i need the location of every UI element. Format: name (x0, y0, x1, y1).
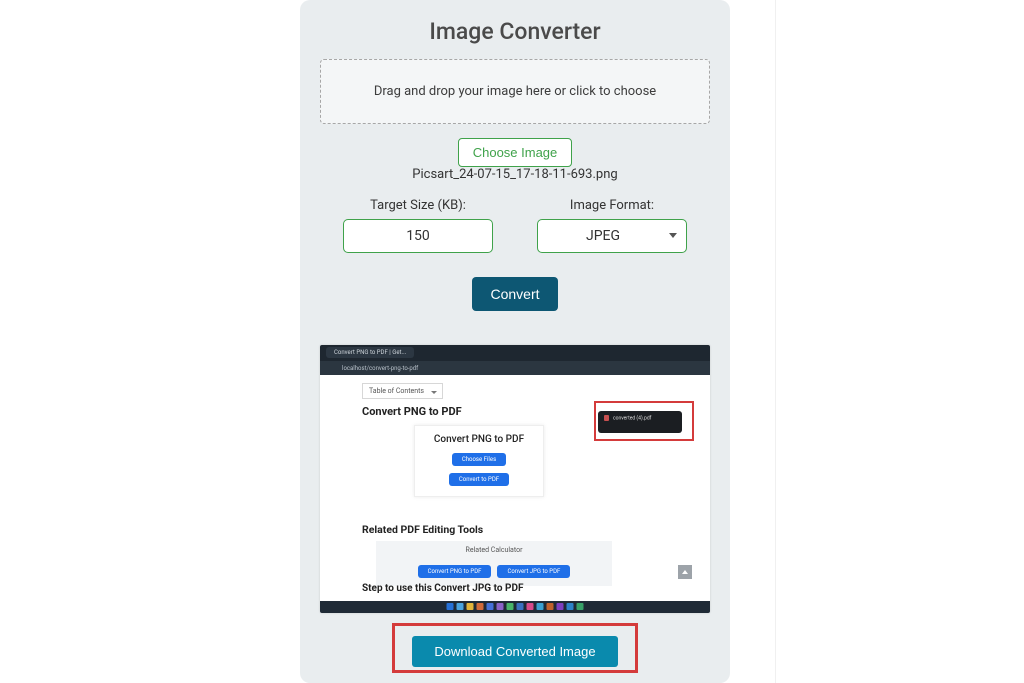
taskbar-icon (577, 603, 584, 610)
selected-filename: Picsart_24-07-15_17-18-11-693.png (312, 167, 718, 182)
preview-related-box: Related Calculator Convert PNG to PDF Co… (376, 541, 612, 586)
target-size-label: Target Size (KB): (370, 198, 466, 213)
preview-inner-card: Convert PNG to PDF Choose Files Convert … (414, 425, 544, 497)
taskbar-icon (537, 603, 544, 610)
taskbar-icon (487, 603, 494, 610)
preview-browser-tab: Convert PNG to PDF | Get... (326, 347, 414, 358)
dropzone[interactable]: Drag and drop your image here or click t… (320, 59, 710, 124)
preview-urlbar: localhost/convert-png-to-pdf (320, 361, 710, 375)
dropzone-text: Drag and drop your image here or click t… (374, 84, 656, 99)
preview-heading-2: Related PDF Editing Tools (362, 523, 483, 536)
download-converted-button[interactable]: Download Converted Image (412, 636, 618, 667)
taskbar-icon (517, 603, 524, 610)
preview-heading-1: Convert PNG to PDF (362, 405, 462, 418)
preview-taskbar (320, 601, 710, 613)
result-preview: Convert PNG to PDF | Get... localhost/co… (320, 345, 710, 613)
taskbar-icon (507, 603, 514, 610)
preview-heading-3: Step to use this Convert JPG to PDF (362, 583, 523, 594)
format-label: Image Format: (570, 198, 654, 213)
controls-row: Target Size (KB): Image Format: JPEG (312, 198, 718, 253)
taskbar-icon (447, 603, 454, 610)
format-group: Image Format: JPEG (537, 198, 687, 253)
choose-image-button[interactable]: Choose Image (458, 138, 573, 167)
taskbar-icon (567, 603, 574, 610)
preview-toc-dropdown: Table of Contents (362, 383, 443, 399)
preview-convert-pdf-button: Convert to PDF (449, 473, 509, 486)
pdf-icon (604, 415, 609, 421)
preview-related-btn-2: Convert JPG to PDF (497, 565, 570, 578)
preview-related-label: Related Calculator (382, 546, 606, 554)
format-select[interactable]: JPEG (537, 219, 687, 253)
scroll-top-icon (678, 565, 692, 579)
target-size-group: Target Size (KB): (343, 198, 493, 253)
target-size-input[interactable] (343, 219, 493, 253)
preview-card-title: Convert PNG to PDF (423, 434, 535, 446)
preview-choose-files-button: Choose Files (452, 453, 506, 466)
taskbar-icon (547, 603, 554, 610)
page-title: Image Converter (312, 18, 718, 45)
converter-card: Image Converter Drag and drop your image… (300, 0, 730, 683)
taskbar-icon (477, 603, 484, 610)
taskbar-icon (527, 603, 534, 610)
preview-url: localhost/convert-png-to-pdf (342, 365, 418, 372)
taskbar-icon (557, 603, 564, 610)
taskbar-icon (457, 603, 464, 610)
taskbar-icon (497, 603, 504, 610)
taskbar-icon (467, 603, 474, 610)
preview-titlebar: Convert PNG to PDF | Get... (320, 345, 710, 361)
convert-button[interactable]: Convert (472, 277, 557, 311)
preview-download-toast: converted (4).pdf (598, 411, 682, 433)
preview-download-highlight: converted (4).pdf (594, 401, 694, 441)
preview-related-btn-1: Convert PNG to PDF (418, 565, 492, 578)
preview-body: Table of Contents Convert PNG to PDF Con… (320, 375, 710, 601)
